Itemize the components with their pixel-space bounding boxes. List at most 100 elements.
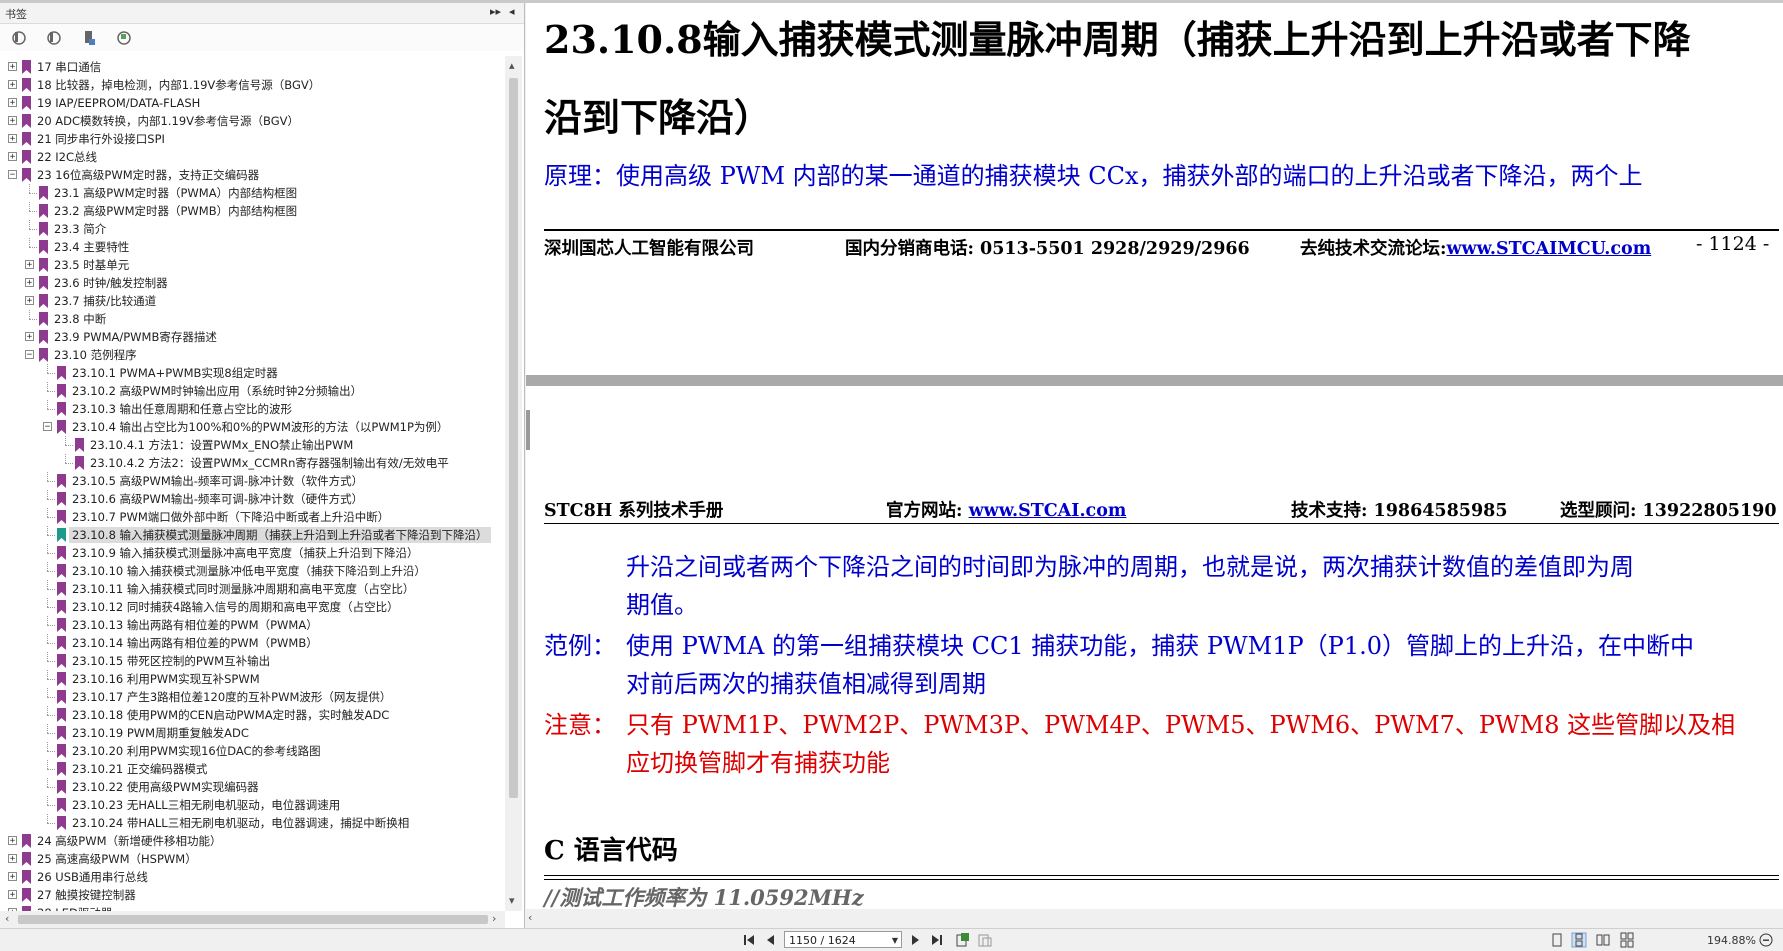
continuous-facing-view-icon[interactable] [1619, 932, 1635, 948]
expand-node-icon[interactable]: + [8, 98, 17, 108]
bookmark-item[interactable]: 23.2 高级PWM定时器（PWMB）内部结构框图 [0, 202, 505, 220]
bookmark-item[interactable]: 23.10.13 输出两路有相位差的PWM（PWMA） [0, 616, 505, 634]
bookmark-item[interactable]: − 23.10 范例程序 [0, 346, 505, 364]
bookmark-item[interactable]: 23.10.6 高级PWM输出-频率可调-脉冲计数（硬件方式） [0, 490, 505, 508]
collapse-panel-icon[interactable]: ◂ [509, 5, 515, 18]
bookmark-item[interactable]: 23.10.7 PWM端口做外部中断（下降沿中断或者上升沿中断） [0, 508, 505, 526]
bookmark-item[interactable]: +24 高级PWM（新增硬件移相功能） [0, 832, 505, 850]
bookmark-item[interactable]: 23.10.18 使用PWM的CEN启动PWMA定时器，实时触发ADC [0, 706, 505, 724]
collapse-all-icon[interactable] [46, 30, 62, 46]
bookmark-item[interactable]: +23.9 PWMA/PWMB寄存器描述 [0, 328, 505, 346]
expand-node-icon[interactable]: + [25, 278, 34, 288]
page-number-input[interactable]: 1150 / 1624 ▼ [784, 931, 902, 948]
bookmark-item[interactable]: − 23.10.4 输出占空比为100%和0%的PWM波形的方法（以PWM1P为例… [0, 418, 505, 436]
bookmark-item[interactable]: 23.10.12 同时捕获4路输入信号的周期和高电平宽度（占空比） [0, 598, 505, 616]
page-dropdown-icon[interactable]: ▼ [892, 932, 898, 949]
scroll-left-arrow-icon[interactable]: ‹ [5, 912, 9, 925]
footer-forum-link[interactable]: www.STCAIMCU.com [1446, 239, 1651, 259]
bookmark-item[interactable]: 23.1 高级PWM定时器（PWMA）内部结构框图 [0, 184, 505, 202]
doc-scroll-left-arrow-icon[interactable]: ‹ [528, 911, 532, 924]
expand-node-icon[interactable]: + [25, 332, 34, 342]
bookmark-item[interactable]: 23.10.11 输入捕获模式同时测量脉冲周期和高电平宽度（占空比） [0, 580, 505, 598]
previous-page-icon[interactable] [763, 932, 779, 948]
bookmark-item[interactable]: 23.10.8 输入捕获模式测量脉冲周期（捕获上升沿到上升沿或者下降沿到下降沿） [0, 526, 505, 544]
bookmark-item[interactable]: 23.3 简介 [0, 220, 505, 238]
expand-node-icon[interactable]: + [25, 296, 34, 306]
bookmark-item[interactable]: 23.10.4.1 方法1：设置PWMx_ENO禁止输出PWM [0, 436, 505, 454]
bookmark-item[interactable]: +20 ADC模数转换，内部1.19V参考信号源（BGV） [0, 112, 505, 130]
panel-options-icon[interactable]: ▸▸ [490, 5, 501, 18]
bookmark-item[interactable]: 23.10.21 正交编码器模式 [0, 760, 505, 778]
document-horizontal-scrollbar[interactable]: ‹ [526, 909, 1783, 928]
bookmark-item[interactable]: +26 USB通用串行总线 [0, 868, 505, 886]
expand-node-icon[interactable]: + [8, 62, 17, 72]
expand-all-icon[interactable] [11, 30, 27, 46]
go-back-view-icon[interactable] [955, 932, 971, 948]
bookmark-item[interactable]: 23.10.15 带死区控制的PWM互补输出 [0, 652, 505, 670]
expand-node-icon[interactable]: + [8, 836, 17, 846]
expand-node-icon[interactable]: + [8, 152, 17, 162]
bookmark-item[interactable]: 23.10.10 输入捕获模式测量脉冲低电平宽度（捕获下降沿到上升沿） [0, 562, 505, 580]
bookmarks-horizontal-scroll-thumb[interactable] [18, 915, 488, 924]
bookmark-item[interactable]: 23.4 主要特性 [0, 238, 505, 256]
expand-node-icon[interactable]: + [8, 80, 17, 90]
next-page-icon[interactable] [907, 932, 923, 948]
zoom-level[interactable]: 194.88% [1707, 934, 1756, 947]
last-page-icon[interactable] [929, 932, 945, 948]
bookmark-item[interactable]: 23.10.19 PWM周期重复触发ADC [0, 724, 505, 742]
bookmark-item[interactable]: 23.10.14 输出两路有相位差的PWM（PWMB） [0, 634, 505, 652]
bookmark-item[interactable]: 23.10.23 无HALL三相无刷电机驱动，电位器调速用 [0, 796, 505, 814]
bookmark-item[interactable]: 23.10.4.2 方法2：设置PWMx_CCMRn寄存器强制输出有效/无效电平 [0, 454, 505, 472]
bookmark-item[interactable]: 23.8 中断 [0, 310, 505, 328]
document-view[interactable]: 23.10.8输入捕获模式测量脉冲周期（捕获上升沿到上升沿或者下降 沿到下降沿）… [526, 3, 1783, 928]
bookmark-item[interactable]: +25 高速高级PWM（HSPWM） [0, 850, 505, 868]
bookmark-item[interactable]: +27 触摸按键控制器 [0, 886, 505, 904]
expand-node-icon[interactable]: + [8, 116, 17, 126]
expand-node-icon[interactable]: + [8, 872, 17, 882]
expand-node-icon[interactable]: + [8, 134, 17, 144]
scroll-down-arrow-icon[interactable]: ▾ [509, 894, 515, 907]
bookmark-item[interactable]: +23.6 时钟/触发控制器 [0, 274, 505, 292]
bookmark-item[interactable]: 23.10.5 高级PWM输出-频率可调-脉冲计数（软件方式） [0, 472, 505, 490]
bookmark-item[interactable]: +17 串口通信 [0, 58, 505, 76]
expand-node-icon[interactable]: + [8, 854, 17, 864]
bookmark-item[interactable]: +18 比较器，掉电检测，内部1.19V参考信号源（BGV） [0, 76, 505, 94]
collapse-node-icon[interactable]: − [8, 170, 17, 180]
first-page-icon[interactable] [741, 932, 757, 948]
bookmark-item[interactable]: 23.10.22 使用高级PWM实现编码器 [0, 778, 505, 796]
tree-connector [47, 391, 55, 392]
bookmark-item[interactable]: 23.10.17 产生3路相位差120度的互补PWM波形（网友提供） [0, 688, 505, 706]
bookmark-item[interactable]: − 23 16位高级PWM定时器，支持正交编码器 [0, 166, 505, 184]
scroll-right-arrow-icon[interactable]: › [492, 912, 496, 925]
bookmarks-vertical-scroll-thumb[interactable] [509, 78, 518, 798]
facing-view-icon[interactable] [1595, 932, 1611, 948]
bookmark-item[interactable]: 23.10.9 输入捕获模式测量脉冲高电平宽度（捕获上升沿到下降沿） [0, 544, 505, 562]
single-page-view-icon[interactable] [1549, 932, 1565, 948]
go-forward-view-icon[interactable] [977, 932, 993, 948]
bookmark-item[interactable]: 23.10.24 带HALL三相无刷电机驱动，电位器调速，捕捉中断换相 [0, 814, 505, 832]
bookmarks-horizontal-scrollbar[interactable]: ‹ › [0, 911, 505, 928]
header-website-link[interactable]: www.STCAI.com [969, 501, 1127, 521]
scroll-up-arrow-icon[interactable]: ▴ [509, 59, 515, 72]
bookmark-item[interactable]: 23.10.3 输出任意周期和任意占空比的波形 [0, 400, 505, 418]
bookmark-item[interactable]: 23.10.2 高级PWM时钟输出应用（系统时钟2分频输出） [0, 382, 505, 400]
bookmarks-vertical-scrollbar[interactable]: ▴ ▾ [505, 56, 522, 911]
continuous-view-icon[interactable] [1571, 932, 1587, 948]
bookmark-item[interactable]: +21 同步串行外设接口SPI [0, 130, 505, 148]
bookmark-item[interactable]: 23.10.16 利用PWM实现互补SPWM [0, 670, 505, 688]
bookmark-item[interactable]: +23.5 时基单元 [0, 256, 505, 274]
collapse-node-icon[interactable]: − [43, 422, 52, 432]
bookmark-item[interactable]: +19 IAP/EEPROM/DATA-FLASH [0, 94, 505, 112]
bookmark-item[interactable]: +22 I2C总线 [0, 148, 505, 166]
bookmark-item[interactable]: +23.7 捕获/比较通道 [0, 292, 505, 310]
panel-splitter[interactable] [526, 410, 530, 450]
bookmark-item[interactable]: 23.10.20 利用PWM实现16位DAC的参考线路图 [0, 742, 505, 760]
expand-node-icon[interactable]: + [8, 890, 17, 900]
add-bookmark-icon[interactable] [81, 30, 97, 46]
find-bookmark-icon[interactable] [116, 30, 132, 46]
bookmark-item[interactable]: +28 LED驱动器 [0, 904, 505, 911]
zoom-out-icon[interactable] [1758, 932, 1774, 948]
collapse-node-icon[interactable]: − [25, 350, 34, 360]
expand-node-icon[interactable]: + [25, 260, 34, 270]
bookmark-item[interactable]: 23.10.1 PWMA+PWMB实现8组定时器 [0, 364, 505, 382]
